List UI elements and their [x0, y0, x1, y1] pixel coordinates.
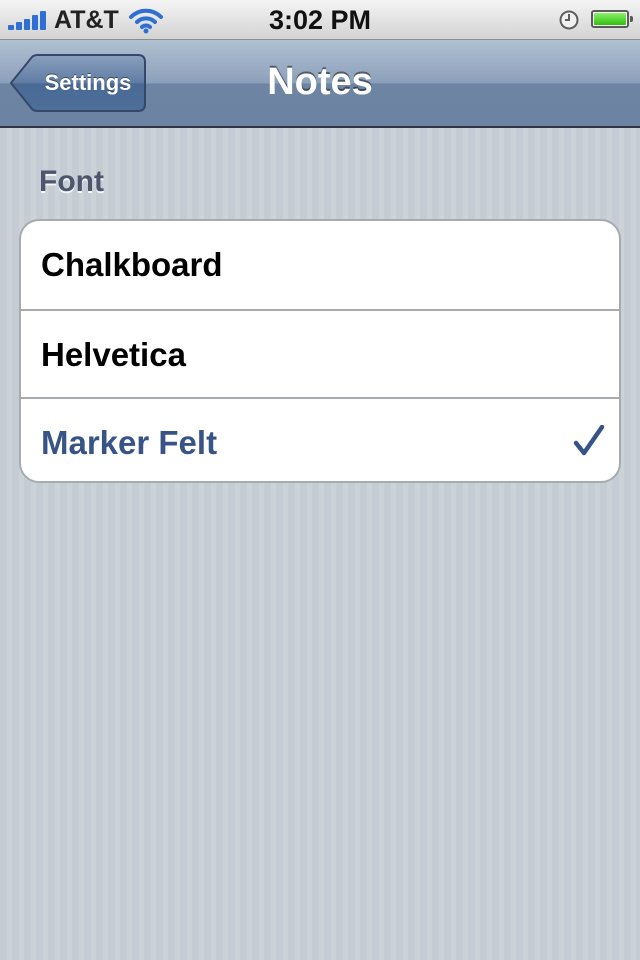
alarm-clock-icon	[558, 9, 580, 31]
font-option-label: Chalkboard	[41, 246, 223, 283]
navigation-bar: Settings Notes	[0, 40, 640, 128]
status-bar: AT&T 3:02 PM	[0, 0, 640, 40]
font-option-helvetica[interactable]: Helvetica	[21, 309, 619, 397]
back-button[interactable]: Settings	[10, 54, 146, 112]
page-title: Notes	[267, 61, 373, 103]
battery-icon	[591, 10, 633, 28]
font-options-group: Chalkboard Helvetica Marker Felt	[19, 219, 621, 483]
font-option-marker-felt[interactable]: Marker Felt	[21, 397, 619, 481]
font-option-label: Marker Felt	[41, 424, 218, 461]
section-header-font: Font	[39, 165, 104, 198]
checkmark-icon	[573, 424, 605, 457]
font-option-chalkboard[interactable]: Chalkboard	[21, 221, 619, 309]
back-button-label: Settings	[44, 70, 132, 95]
status-time: 3:02 PM	[268, 5, 372, 35]
font-option-label: Helvetica	[41, 336, 186, 373]
battery-level-fill	[594, 13, 626, 25]
